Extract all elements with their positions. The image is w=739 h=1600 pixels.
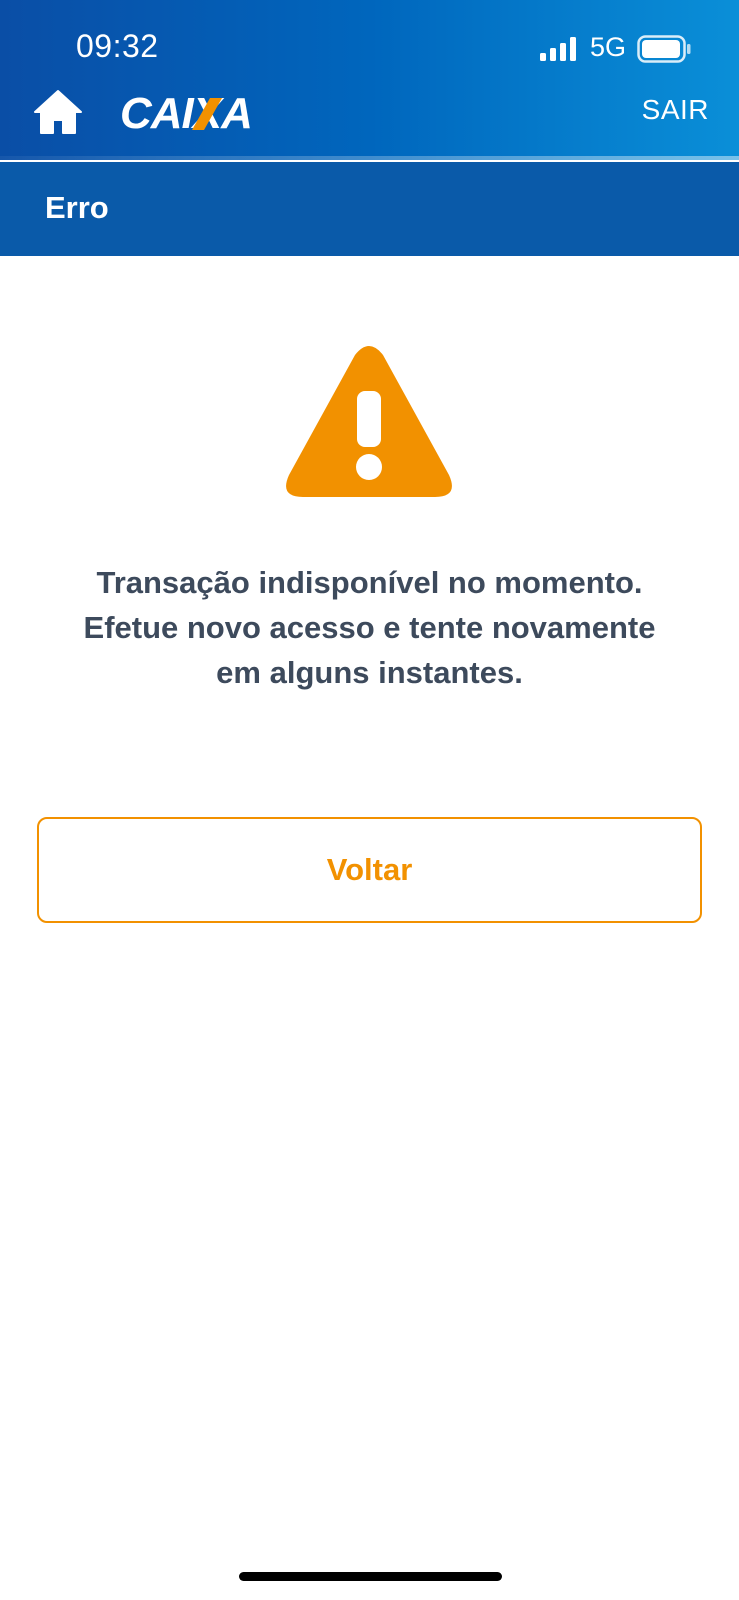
network-type: 5G — [590, 32, 627, 62]
app-header — [0, 0, 739, 160]
logout-link[interactable]: SAIR — [642, 94, 709, 126]
page-title: Erro — [45, 190, 109, 225]
error-message-line: em alguns instantes. — [216, 655, 523, 690]
error-screen: 09:32 5G CAIXA SAIR Erro Transação indis… — [0, 0, 739, 1600]
status-time: 09:32 — [76, 28, 159, 64]
home-indicator[interactable] — [239, 1572, 502, 1581]
caixa-logo: CAIXA — [120, 89, 253, 136]
title-bar — [0, 162, 739, 256]
home-icon[interactable] — [33, 88, 83, 136]
error-message-line: Efetue novo acesso e tente novamente — [83, 610, 656, 645]
svg-text:CAIXA: CAIXA — [120, 89, 252, 136]
signal-bars-icon — [540, 37, 576, 61]
error-message-line: Transação indisponível no momento. — [96, 565, 643, 600]
error-message: Transação indisponível no momento. Efetu… — [40, 560, 699, 695]
warning-icon — [286, 346, 452, 497]
back-button[interactable]: Voltar — [37, 817, 702, 923]
battery-icon — [637, 35, 691, 63]
